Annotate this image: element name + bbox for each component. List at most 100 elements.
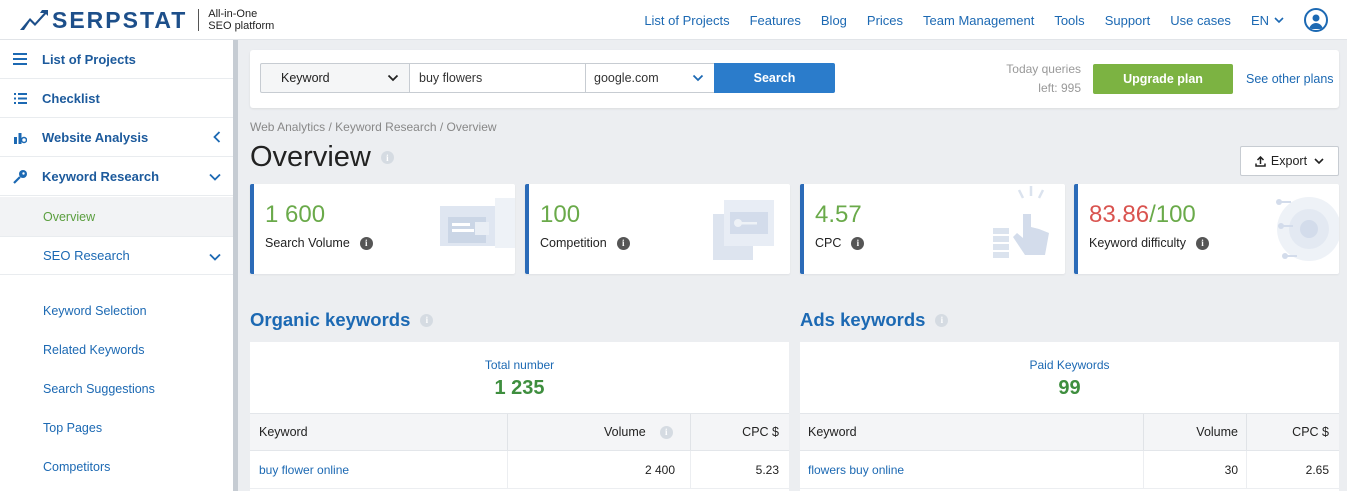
- info-icon[interactable]: i: [359, 236, 373, 250]
- metric-value-difficulty: 83.86: [1089, 201, 1150, 228]
- metric-label-text: Keyword difficulty: [1089, 236, 1187, 250]
- info-icon[interactable]: i: [380, 151, 394, 164]
- column-divider: [690, 414, 691, 450]
- volume-cell: 30: [1224, 463, 1238, 477]
- column-header-cpc[interactable]: CPC $: [1292, 414, 1329, 450]
- sidebar-item-search-suggestions[interactable]: Search Suggestions: [0, 369, 233, 408]
- keyword-link[interactable]: flowers buy online: [808, 451, 904, 489]
- logo-divider: [198, 9, 200, 31]
- sidebar-item-competitors[interactable]: Competitors: [0, 447, 233, 486]
- search-input[interactable]: buy flowers: [409, 63, 586, 93]
- column-divider: [1246, 414, 1247, 450]
- sidebar-item-keyword-research[interactable]: Keyword Research: [0, 157, 233, 196]
- column-divider: [507, 451, 508, 489]
- sidebar-item-top-pages[interactable]: Top Pages: [0, 408, 233, 447]
- column-divider: [1143, 451, 1144, 489]
- sidebar-item-label: Top Pages: [43, 420, 103, 435]
- cpc-cell: 2.65: [1305, 463, 1329, 477]
- export-button[interactable]: Export: [1240, 146, 1339, 176]
- table-header: Keyword Volume CPC $: [800, 413, 1339, 451]
- column-divider: [1246, 451, 1247, 489]
- search-engine-value: google.com: [594, 71, 659, 85]
- keyword-link[interactable]: buy flower online: [259, 451, 349, 489]
- sidebar-item-related-keywords[interactable]: Related Keywords: [0, 330, 233, 369]
- nav-list-of-projects[interactable]: List of Projects: [644, 13, 729, 28]
- menu-lines-icon: [12, 51, 28, 67]
- column-header-volume[interactable]: Volume i: [604, 414, 673, 450]
- metric-label: Search Volume i: [265, 236, 373, 250]
- sidebar-item-list-of-projects[interactable]: List of Projects: [0, 40, 233, 79]
- info-icon[interactable]: i: [1196, 236, 1210, 250]
- column-header-keyword[interactable]: Keyword: [259, 414, 308, 450]
- info-icon[interactable]: i: [851, 236, 865, 250]
- chevron-down-icon: [209, 173, 221, 181]
- search-type-value: Keyword: [281, 71, 330, 85]
- sidebar-item-label: Keyword Selection: [43, 303, 147, 318]
- sidebar-item-label: Checklist: [42, 90, 100, 106]
- column-divider: [1143, 414, 1144, 450]
- sidebar-item-website-analysis[interactable]: Website Analysis: [0, 118, 233, 157]
- column-divider: [690, 451, 691, 489]
- table-row: flowers buy online 30 2.65: [800, 451, 1339, 489]
- organic-keywords-title: Organic keywords i: [250, 309, 434, 331]
- user-avatar-icon[interactable]: [1304, 8, 1328, 32]
- metric-label-text: Search Volume: [265, 236, 350, 250]
- sidebar-scrollbar[interactable]: [233, 40, 238, 491]
- sidebar: List of Projects Checklist Website Analy…: [0, 40, 233, 491]
- sidebar-item-label: Search Suggestions: [43, 381, 155, 396]
- nav-support[interactable]: Support: [1105, 13, 1151, 28]
- nav-blog[interactable]: Blog: [821, 13, 847, 28]
- upload-icon: [1255, 155, 1266, 167]
- language-selector[interactable]: EN: [1251, 13, 1284, 28]
- organic-keywords-panel: Total number 1 235 Keyword Volume i CPC …: [250, 342, 789, 491]
- see-other-plans-link[interactable]: See other plans: [1246, 72, 1334, 86]
- sidebar-item-seo-research[interactable]: SEO Research: [0, 236, 233, 275]
- nav-team-management[interactable]: Team Management: [923, 13, 1034, 28]
- metric-card-cpc: 4.57 CPC i: [800, 184, 1065, 274]
- metric-value: 4.57: [815, 201, 862, 228]
- nav-features[interactable]: Features: [750, 13, 801, 28]
- summary-label: Total number: [484, 358, 555, 372]
- column-header-volume[interactable]: Volume: [1196, 414, 1238, 450]
- serpstat-logo[interactable]: SERPSTAT All-in-One SEO platform: [20, 8, 274, 32]
- key-icon: [12, 168, 28, 184]
- nav-tools[interactable]: Tools: [1054, 13, 1084, 28]
- top-bar: SERPSTAT All-in-One SEO platform List of…: [0, 0, 1347, 40]
- summary-value: 99: [1058, 377, 1081, 399]
- top-nav: List of Projects Features Blog Prices Te…: [644, 0, 1347, 40]
- column-header-keyword[interactable]: Keyword: [808, 414, 857, 450]
- sidebar-item-label: Keyword Research: [42, 168, 160, 184]
- sidebar-item-overview[interactable]: Overview: [0, 197, 233, 236]
- language-label: EN: [1250, 12, 1269, 28]
- sidebar-item-checklist[interactable]: Checklist: [0, 79, 233, 118]
- ads-keywords-title: Ads keywords i: [800, 309, 949, 331]
- volume-cell: 2 400: [644, 463, 675, 477]
- search-engine-select[interactable]: google.com: [585, 63, 715, 93]
- export-label: Export: [1270, 154, 1308, 168]
- search-type-select[interactable]: Keyword: [260, 63, 410, 93]
- sidebar-item-label: Related Keywords: [43, 342, 145, 357]
- upgrade-plan-button[interactable]: Upgrade plan: [1093, 64, 1233, 94]
- section-title-text[interactable]: Ads keywords: [800, 309, 925, 331]
- column-header-cpc[interactable]: CPC $: [742, 414, 779, 450]
- column-divider: [507, 414, 508, 450]
- column-header-volume-label: Volume: [604, 425, 646, 439]
- queries-left: Today queries left: 995: [990, 60, 1081, 98]
- nav-use-cases[interactable]: Use cases: [1170, 13, 1231, 28]
- tagline-line1: All-in-One: [208, 8, 258, 20]
- chevron-down-icon: [692, 74, 704, 82]
- info-icon[interactable]: i: [616, 236, 630, 250]
- chevron-down-icon: [1274, 16, 1284, 23]
- search-button[interactable]: Search: [714, 63, 835, 93]
- metric-card-search-volume: 1 600 Search Volume i: [250, 184, 515, 274]
- info-icon[interactable]: i: [659, 425, 673, 439]
- section-title-text[interactable]: Organic keywords: [250, 309, 410, 331]
- sidebar-item-keyword-selection[interactable]: Keyword Selection: [0, 291, 233, 330]
- metric-label-text: CPC: [815, 236, 842, 250]
- nav-prices[interactable]: Prices: [867, 13, 903, 28]
- metric-value-max: /100: [1149, 201, 1196, 228]
- info-icon[interactable]: i: [420, 313, 434, 327]
- breadcrumb: Web Analytics / Keyword Research / Overv…: [250, 120, 497, 134]
- search-panel: Keyword buy flowers google.com Search To…: [250, 50, 1339, 108]
- info-icon[interactable]: i: [935, 313, 949, 327]
